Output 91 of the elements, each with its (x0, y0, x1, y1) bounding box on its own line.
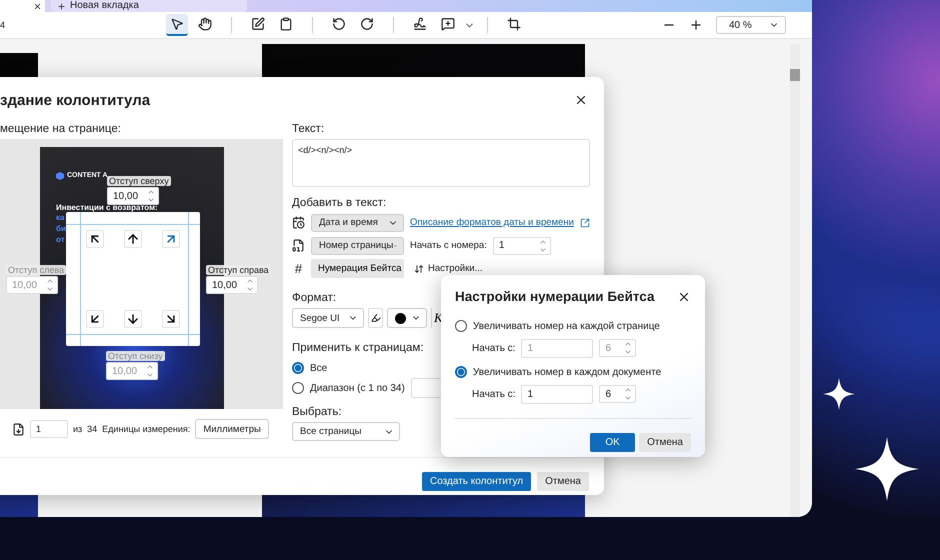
sparkle-icon (823, 378, 855, 410)
thumbnail-text: би (56, 224, 66, 234)
page-number: 4 (0, 20, 6, 30)
start-label: Начать с номера: (410, 240, 487, 251)
stepper-icon[interactable] (246, 277, 254, 293)
position-button[interactable] (86, 230, 104, 248)
edit-icon (251, 17, 265, 31)
pages-select[interactable]: Все страницы (292, 422, 400, 441)
sparkle-icon (855, 437, 919, 501)
margin-label: Отступ слева (6, 265, 66, 275)
highlighter-icon (370, 313, 380, 323)
position-button[interactable] (124, 230, 142, 248)
start-field[interactable]: 1 (521, 384, 594, 404)
dialog-title: здание колонтитула (0, 92, 150, 108)
of-label: из (73, 424, 82, 434)
dialog-title: Настройки нумерации Бейтса (455, 289, 654, 304)
sort-icon (414, 264, 424, 274)
calendar-icon (292, 216, 305, 229)
cancel-button[interactable]: Отмена (537, 472, 589, 491)
color-dot (395, 312, 406, 324)
units-select[interactable]: Миллиметры (195, 419, 270, 439)
position-button[interactable] (162, 310, 180, 328)
text-label: Текст: (292, 123, 324, 135)
add-label: Добавить в текст: (292, 197, 386, 209)
cancel-button[interactable]: Отмена (639, 433, 691, 452)
stepper-icon[interactable] (147, 188, 155, 204)
format-label: Формат: (292, 292, 336, 304)
zoom-select[interactable]: 40 % (716, 16, 786, 34)
radio-label: Диапазон (с 1 по 34) (310, 382, 405, 394)
margin-label: Отступ сверху (107, 176, 171, 186)
start-field[interactable]: 1 (492, 236, 551, 254)
comment-icon (441, 17, 455, 31)
highlight-button[interactable] (368, 308, 383, 328)
bates-button[interactable]: Нумерация Бейтса (311, 259, 404, 278)
external-link-icon[interactable] (580, 218, 590, 228)
placement-label: мещение на странице: (0, 123, 121, 135)
digits-field[interactable]: 6 (599, 385, 636, 403)
thumbnail-text: ка (56, 213, 64, 223)
radio-label: Увеличивать номер в каждом документе (473, 366, 662, 378)
clipboard-icon (279, 17, 293, 31)
radio-button[interactable] (292, 382, 304, 394)
plus-icon (57, 2, 66, 10)
hash-symbol: # (294, 261, 304, 276)
sign-icon (413, 17, 427, 31)
units-label: Единицы измерения: (102, 424, 190, 434)
new-tab[interactable]: Новая вкладка (51, 0, 247, 12)
choose-label: Выбрать: (292, 406, 342, 418)
ok-button[interactable]: OK (590, 433, 636, 452)
radio-button[interactable] (455, 366, 467, 378)
stepper-icon[interactable] (46, 277, 54, 293)
apply-label: Применить к страницам: (292, 342, 424, 354)
stepper-icon[interactable] (624, 340, 632, 356)
scrollbar[interactable] (790, 44, 800, 517)
date-select[interactable]: Дата и время (311, 214, 404, 232)
thumbnail-text: от (56, 235, 65, 245)
close-tab-icon[interactable] (33, 2, 42, 10)
zoom-in-icon[interactable] (689, 18, 703, 32)
rotate-right-icon (360, 17, 374, 31)
pointer-tool-button[interactable] (166, 14, 188, 36)
position-button[interactable] (86, 310, 104, 328)
hand-icon (198, 17, 212, 31)
pointer-icon (170, 17, 184, 31)
stepper-icon[interactable] (146, 363, 154, 379)
radio-button[interactable] (292, 362, 304, 374)
start-label: Начать с: (472, 388, 516, 400)
margin-label: Отступ справа (206, 265, 271, 275)
font-select[interactable]: Segoe UI (292, 308, 364, 328)
position-button[interactable] (124, 310, 142, 328)
formats-link[interactable]: Описание форматов даты и времени (410, 217, 574, 228)
text-field[interactable]: <d/><n/><n/> (292, 139, 590, 187)
radio-button[interactable] (455, 320, 467, 332)
settings-button[interactable]: Настройки... (410, 263, 486, 274)
crop-icon (507, 17, 521, 31)
margin-field[interactable]: 10,00 (206, 276, 258, 294)
page-field[interactable]: 1 (30, 420, 68, 438)
page-count: 34 (87, 424, 98, 434)
page-icon (12, 422, 25, 436)
start-label: Начать с: (472, 342, 516, 354)
color-select[interactable] (387, 308, 427, 328)
radio-label: Увеличивать номер на каждой странице (473, 320, 660, 332)
stepper-icon[interactable] (624, 386, 632, 402)
rotate-left-icon (332, 17, 346, 31)
margin-field[interactable]: 10,00 (107, 187, 159, 205)
thumbnail-heading: Инвестиции с возвратом: (56, 203, 158, 212)
page-number-icon (292, 239, 305, 252)
page-number-select[interactable]: Номер страницы (311, 236, 404, 254)
margin-label: Отступ снизу (106, 351, 165, 361)
logo-icon (56, 172, 64, 180)
close-icon[interactable] (574, 93, 588, 107)
radio-label: Все (310, 362, 328, 374)
create-button[interactable]: Создать колонтитул (422, 472, 532, 491)
